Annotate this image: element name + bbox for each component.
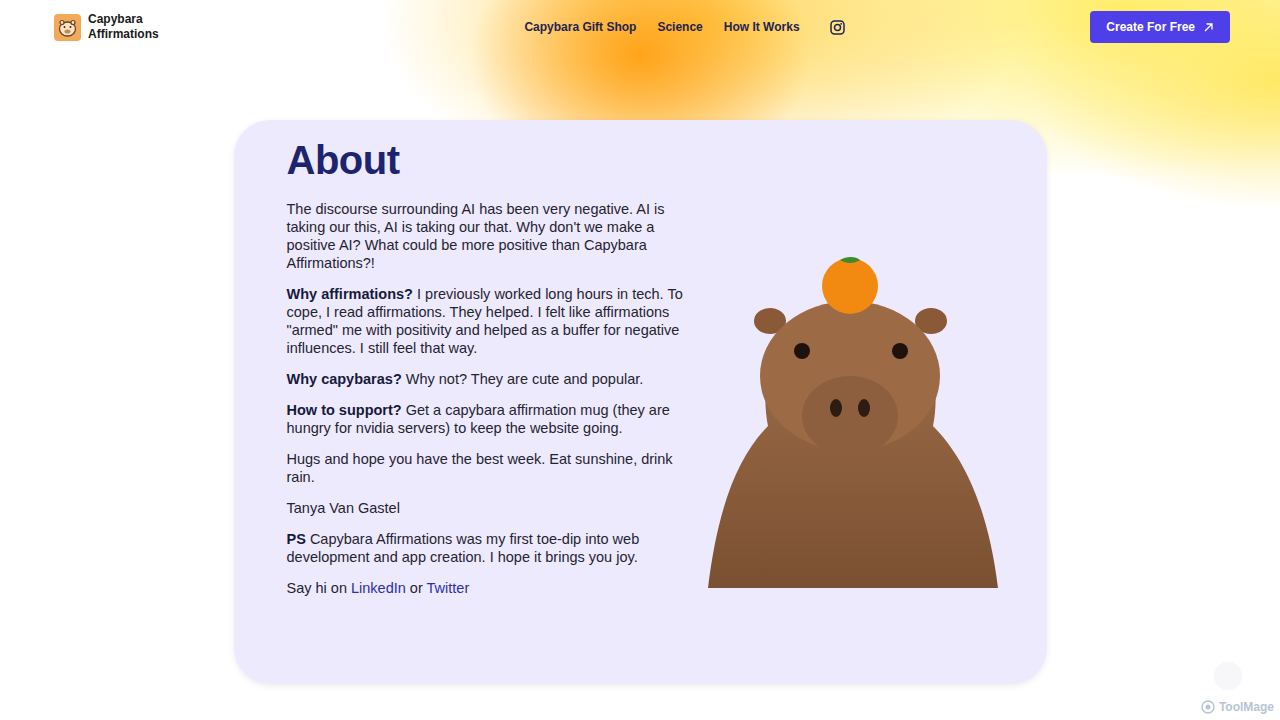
- brand-name-line[interactable]: Capybara: [88, 12, 159, 27]
- paragraph-lead: Why capybaras?: [287, 371, 406, 387]
- paragraph-text: Why not? They are cute and popular.: [406, 371, 644, 387]
- arrow-up-right-icon: [1203, 22, 1214, 33]
- toolmage-logo-icon: [1201, 700, 1215, 714]
- watermark: ToolMage: [1201, 700, 1274, 714]
- paragraph-text: Tanya Van Gastel: [287, 500, 400, 516]
- about-paragraph: The discourse surrounding AI has been ve…: [287, 200, 691, 272]
- top-bar: Capybara Affirmations Capybara Gift Shop…: [0, 0, 1280, 54]
- create-for-free-button[interactable]: Create For Free: [1090, 11, 1230, 43]
- nav-link[interactable]: Science: [657, 20, 702, 34]
- about-paragraph: Why capybaras? Why not? They are cute an…: [287, 370, 691, 388]
- social-link[interactable]: Twitter: [427, 580, 470, 596]
- capybara-logo-icon[interactable]: [54, 14, 81, 41]
- button-label[interactable]: Create For Free: [1106, 20, 1195, 34]
- about-paragraph: Hugs and hope you have the best week. Ea…: [287, 450, 691, 486]
- paragraph-text: The discourse surrounding AI has been ve…: [287, 201, 669, 271]
- paragraph-text: Say hi on: [287, 580, 352, 596]
- nav-link[interactable]: How It Works: [724, 20, 800, 34]
- instagram-icon[interactable]: [830, 20, 845, 35]
- paragraph-text: or: [406, 580, 427, 596]
- about-paragraph: How to support? Get a capybara affirmati…: [287, 401, 691, 437]
- paragraph-text: Hugs and hope you have the best week. Ea…: [287, 451, 677, 485]
- about-paragraph: PS Capybara Affirmations was my first to…: [287, 530, 691, 566]
- about-card: About The discourse surrounding AI has b…: [234, 120, 1047, 684]
- content: About The discourse surrounding AI has b…: [0, 54, 1280, 684]
- paragraph-lead: Why affirmations?: [287, 286, 418, 302]
- watermark-text: ToolMage: [1219, 700, 1274, 714]
- about-title: About: [287, 136, 691, 184]
- paragraph-text: Capybara Affirmations was my first toe-d…: [287, 531, 644, 565]
- main-nav: Capybara Gift Shop Science How It Works: [524, 20, 844, 35]
- about-text: About The discourse surrounding AI has b…: [287, 136, 691, 664]
- nav-link[interactable]: Capybara Gift Shop: [524, 20, 636, 34]
- about-paragraph: Why affirmations? I previously worked lo…: [287, 285, 691, 357]
- social-link[interactable]: LinkedIn: [351, 580, 406, 596]
- scroll-top-button[interactable]: [1214, 662, 1242, 690]
- paragraph-lead: How to support?: [287, 402, 406, 418]
- brand-name-line[interactable]: Affirmations: [88, 27, 159, 42]
- paragraph-lead: PS: [287, 531, 310, 547]
- brand[interactable]: Capybara Affirmations: [54, 12, 159, 42]
- about-paragraph: Tanya Van Gastel: [287, 499, 691, 517]
- capybara-photo: [698, 256, 1003, 588]
- about-paragraph: Say hi on LinkedIn or Twitter: [287, 579, 691, 597]
